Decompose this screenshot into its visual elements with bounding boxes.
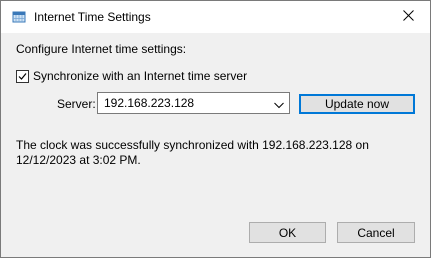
internet-time-settings-dialog: Internet Time Settings Configure Interne…: [0, 0, 431, 258]
server-value[interactable]: 192.168.223.128: [104, 96, 194, 110]
server-label: Server:: [57, 97, 96, 111]
server-combobox[interactable]: 192.168.223.128: [97, 92, 290, 114]
settings-heading: Configure Internet time settings:: [16, 42, 187, 56]
chevron-down-icon[interactable]: [273, 99, 285, 109]
sync-checkbox[interactable]: [16, 69, 29, 83]
update-now-button[interactable]: Update now: [299, 94, 415, 114]
sync-status-text: The clock was successfully synchronized …: [16, 138, 369, 167]
clock-globe-icon: [12, 10, 26, 24]
title-bar: Internet Time Settings: [1, 1, 430, 33]
sync-checkbox-label: Synchronize with an Internet time server: [33, 69, 248, 83]
sync-checkbox-row[interactable]: Synchronize with an Internet time server: [16, 68, 247, 84]
cancel-button[interactable]: Cancel: [337, 222, 415, 243]
dialog-body: Configure Internet time settings: Synchr…: [1, 33, 430, 257]
close-button[interactable]: [386, 1, 430, 33]
close-icon: [402, 10, 414, 24]
ok-button[interactable]: OK: [249, 222, 326, 243]
checkmark-icon: [18, 72, 27, 80]
window-title: Internet Time Settings: [34, 10, 151, 24]
